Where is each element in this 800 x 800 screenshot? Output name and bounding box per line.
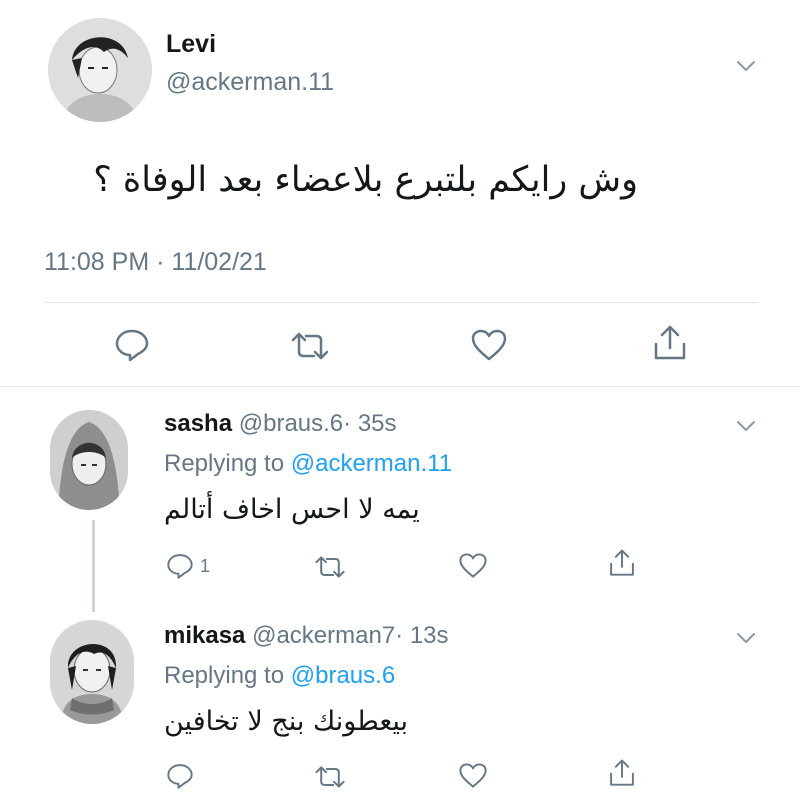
reply-header: sasha @braus.6· 35s <box>164 410 397 438</box>
replying-to-label: Replying to <box>164 662 285 689</box>
replying-to-label: Replying to <box>164 450 285 477</box>
display-name[interactable]: sasha <box>164 410 232 437</box>
share-icon[interactable] <box>608 548 636 578</box>
thread-line <box>92 520 95 612</box>
reply-count: 1 <box>200 555 211 576</box>
heart-icon[interactable] <box>458 762 488 789</box>
reply-icon[interactable] <box>166 552 194 580</box>
relative-time[interactable]: · 13s <box>395 622 448 649</box>
reply-text: يمه لا احس اخاف أتالم <box>164 494 420 525</box>
share-icon[interactable] <box>608 758 636 788</box>
heart-icon[interactable] <box>470 328 508 362</box>
reply-action[interactable]: 1 <box>166 552 210 580</box>
tweet-text: وش رايكم بلتبرع بلاعضاء بعد الوفاة ؟ <box>93 160 638 200</box>
retweet-icon[interactable] <box>314 764 346 790</box>
avatar[interactable] <box>48 18 152 122</box>
reply-icon[interactable] <box>114 328 150 362</box>
avatar-sasha-image <box>50 410 128 510</box>
handle[interactable]: @braus.6 <box>239 410 343 437</box>
replying-to-handle[interactable]: @braus.6 <box>291 662 395 689</box>
replying-to-handle[interactable]: @ackerman.11 <box>291 450 452 477</box>
timestamp[interactable]: 11:08 PM · 11/02/21 <box>44 248 267 277</box>
avatar-mikasa-image <box>50 620 134 724</box>
avatar[interactable] <box>50 410 128 510</box>
display-name[interactable]: Levi <box>166 30 216 59</box>
reply-text: بيعطونك بنج لا تخافين <box>164 706 409 737</box>
section-divider <box>0 386 800 387</box>
avatar[interactable] <box>50 620 134 724</box>
heart-icon[interactable] <box>458 552 488 579</box>
chevron-down-icon[interactable] <box>734 626 758 650</box>
share-icon[interactable] <box>652 324 688 362</box>
reply-header: mikasa @ackerman7· 13s <box>164 622 449 650</box>
reply-icon[interactable] <box>166 762 194 790</box>
handle[interactable]: @ackerman.11 <box>166 68 334 97</box>
replying-to: Replying to @braus.6 <box>164 662 395 690</box>
retweet-icon[interactable] <box>290 330 330 362</box>
chevron-down-icon[interactable] <box>734 414 758 438</box>
retweet-icon[interactable] <box>314 554 346 580</box>
relative-time[interactable]: · 35s <box>343 410 396 437</box>
divider <box>44 302 758 303</box>
chevron-down-icon[interactable] <box>734 54 758 78</box>
handle[interactable]: @ackerman7 <box>252 622 395 649</box>
replying-to: Replying to @ackerman.11 <box>164 450 452 478</box>
avatar-levi-image <box>48 18 152 122</box>
display-name[interactable]: mikasa <box>164 622 245 649</box>
